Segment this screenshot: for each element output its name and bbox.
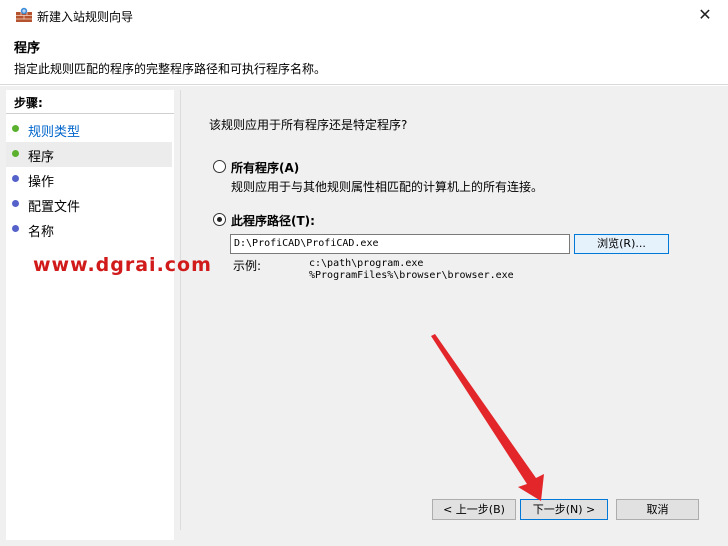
example-path-2: %ProgramFiles%\browser\browser.exe [309,270,514,281]
all-programs-description: 规则应用于与其他规则属性相匹配的计算机上的所有连接。 [231,180,544,194]
browse-button[interactable]: 浏览(R)... [574,234,669,254]
question-text: 该规则应用于所有程序还是特定程序? [209,118,408,132]
window-title: 新建入站规则向导 [37,10,134,24]
step-program[interactable]: 程序 [6,142,172,167]
step-pending-dot-icon [12,225,19,232]
program-path-label[interactable]: 此程序路径(T): [231,212,315,229]
steps-title: 步骤: [14,96,43,110]
steps-pane: 步骤: 规则类型 程序 操作 配置文件 名称 [6,90,174,540]
example-path-1: c:\path\program.exe [309,258,424,269]
example-label: 示例: [233,259,262,273]
step-label: 名称 [28,225,55,240]
page-title: 程序 [14,41,41,56]
program-path-radio[interactable] [213,213,226,226]
back-button[interactable]: < 上一步(B) [432,499,516,520]
step-name[interactable]: 名称 [6,217,172,242]
program-path-input[interactable]: D:\ProfiCAD\ProfiCAD.exe [230,234,570,254]
wizard-content: 步骤: 规则类型 程序 操作 配置文件 名称 该规则应用于所有程序还是特定程序?… [0,86,728,546]
page-description: 指定此规则匹配的程序的完整程序路径和可执行程序名称。 [14,62,327,76]
step-pending-dot-icon [12,175,19,182]
firewall-app-icon [16,7,32,22]
all-programs-label[interactable]: 所有程序(A) [231,159,299,176]
wizard-header: 程序 指定此规则匹配的程序的完整程序路径和可执行程序名称。 [0,31,728,85]
step-label: 操作 [28,175,55,190]
title-bar: 新建入站规则向导 ✕ [0,0,728,31]
step-label: 规则类型 [28,125,81,140]
main-panel: 该规则应用于所有程序还是特定程序? 所有程序(A) 规则应用于与其他规则属性相匹… [180,90,720,530]
step-pending-dot-icon [12,200,19,207]
step-action[interactable]: 操作 [6,167,172,192]
all-programs-radio[interactable] [213,160,226,173]
step-label: 程序 [28,150,55,165]
step-label: 配置文件 [28,200,81,215]
watermark-text: www.dgrai.com [33,254,212,276]
close-button[interactable]: ✕ [690,3,720,27]
step-done-dot-icon [12,125,19,132]
cancel-button[interactable]: 取消 [616,499,699,520]
step-done-dot-icon [12,150,19,157]
steps-divider [6,113,174,114]
step-rule-type[interactable]: 规则类型 [6,117,172,142]
step-profile[interactable]: 配置文件 [6,192,172,217]
next-button[interactable]: 下一步(N) > [520,499,608,520]
